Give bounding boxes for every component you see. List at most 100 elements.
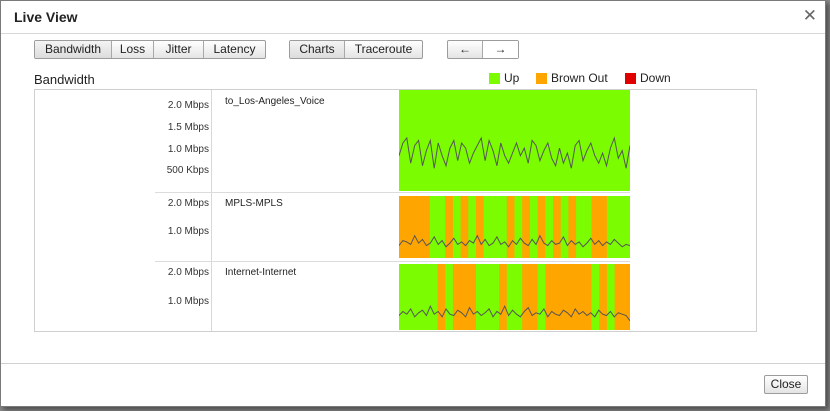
status-segment: [537, 264, 546, 330]
status-segment: [406, 196, 415, 258]
close-icon[interactable]: ✕: [803, 7, 817, 25]
sparkline-chart[interactable]: [399, 90, 630, 191]
y-tick-label: 1.0 Mbps: [167, 144, 209, 155]
legend-label-up: Up: [504, 71, 520, 85]
live-view-dialog: Live View ✕ Bandwidth Loss Jitter Latenc…: [0, 0, 826, 407]
status-segment: [514, 90, 523, 191]
status-segment: [476, 264, 485, 330]
status-segment: [468, 264, 477, 330]
status-segment: [591, 90, 600, 191]
status-segment: [491, 196, 500, 258]
status-segment: [545, 196, 554, 258]
status-segment: [606, 90, 616, 191]
status-segment: [583, 264, 593, 330]
status-segment: [514, 196, 523, 258]
status-segment: [437, 90, 446, 191]
status-segment: [491, 90, 500, 191]
view-tab-group: Charts Traceroute: [289, 40, 423, 59]
footer-divider: [1, 363, 825, 364]
status-segment: [583, 196, 593, 258]
left-arrow-icon[interactable]: ←: [448, 41, 483, 58]
status-segment: [422, 90, 431, 191]
legend-swatch-brown-out: [536, 72, 547, 84]
sparkline-chart[interactable]: [399, 264, 630, 330]
status-segment: [560, 196, 569, 258]
status-segment: [506, 90, 516, 191]
status-segment: [437, 264, 446, 330]
sparkline-svg: [399, 90, 630, 191]
close-button[interactable]: Close: [764, 375, 808, 394]
status-segment: [568, 264, 577, 330]
status-segment: [452, 196, 462, 258]
status-segment: [560, 264, 569, 330]
status-segment: [591, 196, 600, 258]
status-segment: [445, 90, 454, 191]
status-segment: [437, 196, 446, 258]
status-segment: [529, 196, 539, 258]
status-segment: [506, 264, 516, 330]
status-segment: [422, 196, 431, 258]
status-segment: [445, 264, 454, 330]
status-segment: [491, 264, 500, 330]
status-segment: [499, 264, 508, 330]
y-tick-label: 1.0 Mbps: [167, 226, 209, 237]
tab-jitter[interactable]: Jitter: [154, 41, 204, 58]
status-segment: [622, 264, 630, 330]
legend-swatch-up: [489, 72, 500, 84]
status-segment: [622, 90, 630, 191]
status-segment: [614, 264, 623, 330]
divider-line: [211, 90, 212, 331]
tunnel-name: Internet-Internet: [225, 267, 297, 278]
status-segment: [553, 196, 562, 258]
tab-traceroute[interactable]: Traceroute: [345, 41, 422, 58]
status-segment: [506, 196, 516, 258]
status-segment: [460, 264, 469, 330]
status-segment: [483, 196, 492, 258]
status-segment: [576, 264, 585, 330]
status-segment: [414, 196, 423, 258]
status-segment: [599, 196, 608, 258]
status-segment: [406, 264, 415, 330]
nav-button-group: ← →: [447, 40, 519, 59]
right-arrow-icon[interactable]: →: [483, 41, 518, 58]
status-segment: [522, 264, 531, 330]
tab-latency[interactable]: Latency: [204, 41, 265, 58]
status-segment: [529, 264, 539, 330]
status-segment: [614, 196, 623, 258]
status-segment: [583, 90, 593, 191]
status-segment: [553, 90, 562, 191]
y-tick-label: 2.0 Mbps: [167, 198, 209, 209]
bandwidth-chart-panel: 2.0 Mbps 1.5 Mbps 1.0 Mbps 500 Kbps to_L…: [34, 89, 757, 332]
status-segment: [406, 90, 415, 191]
legend-item-brown-out: Brown Out: [536, 71, 608, 85]
status-segment: [537, 90, 546, 191]
status-segment: [599, 264, 608, 330]
y-tick-label: 2.0 Mbps: [167, 100, 209, 111]
status-segment: [522, 196, 531, 258]
legend-swatch-down: [625, 72, 636, 84]
sparkline-chart[interactable]: [399, 196, 630, 258]
status-segment: [429, 264, 439, 330]
status-segment: [499, 90, 508, 191]
legend-item-down: Down: [625, 71, 671, 85]
status-segment: [429, 196, 439, 258]
status-segment: [483, 90, 492, 191]
status-segment: [568, 90, 577, 191]
tab-charts[interactable]: Charts: [290, 41, 345, 58]
status-segment: [429, 90, 439, 191]
status-segment: [422, 264, 431, 330]
tab-bandwidth[interactable]: Bandwidth: [35, 41, 112, 58]
status-segment: [537, 196, 546, 258]
row-divider: [155, 261, 630, 262]
status-segment: [399, 196, 408, 258]
y-tick-label: 1.5 Mbps: [167, 122, 209, 133]
sparkline-svg: [399, 264, 630, 330]
status-segment: [545, 90, 554, 191]
status-segment: [499, 196, 508, 258]
status-segment: [460, 90, 469, 191]
status-segment: [576, 90, 585, 191]
legend-label-down: Down: [640, 71, 671, 85]
tab-loss[interactable]: Loss: [112, 41, 154, 58]
status-segment: [514, 264, 523, 330]
legend-item-up: Up: [489, 71, 519, 85]
